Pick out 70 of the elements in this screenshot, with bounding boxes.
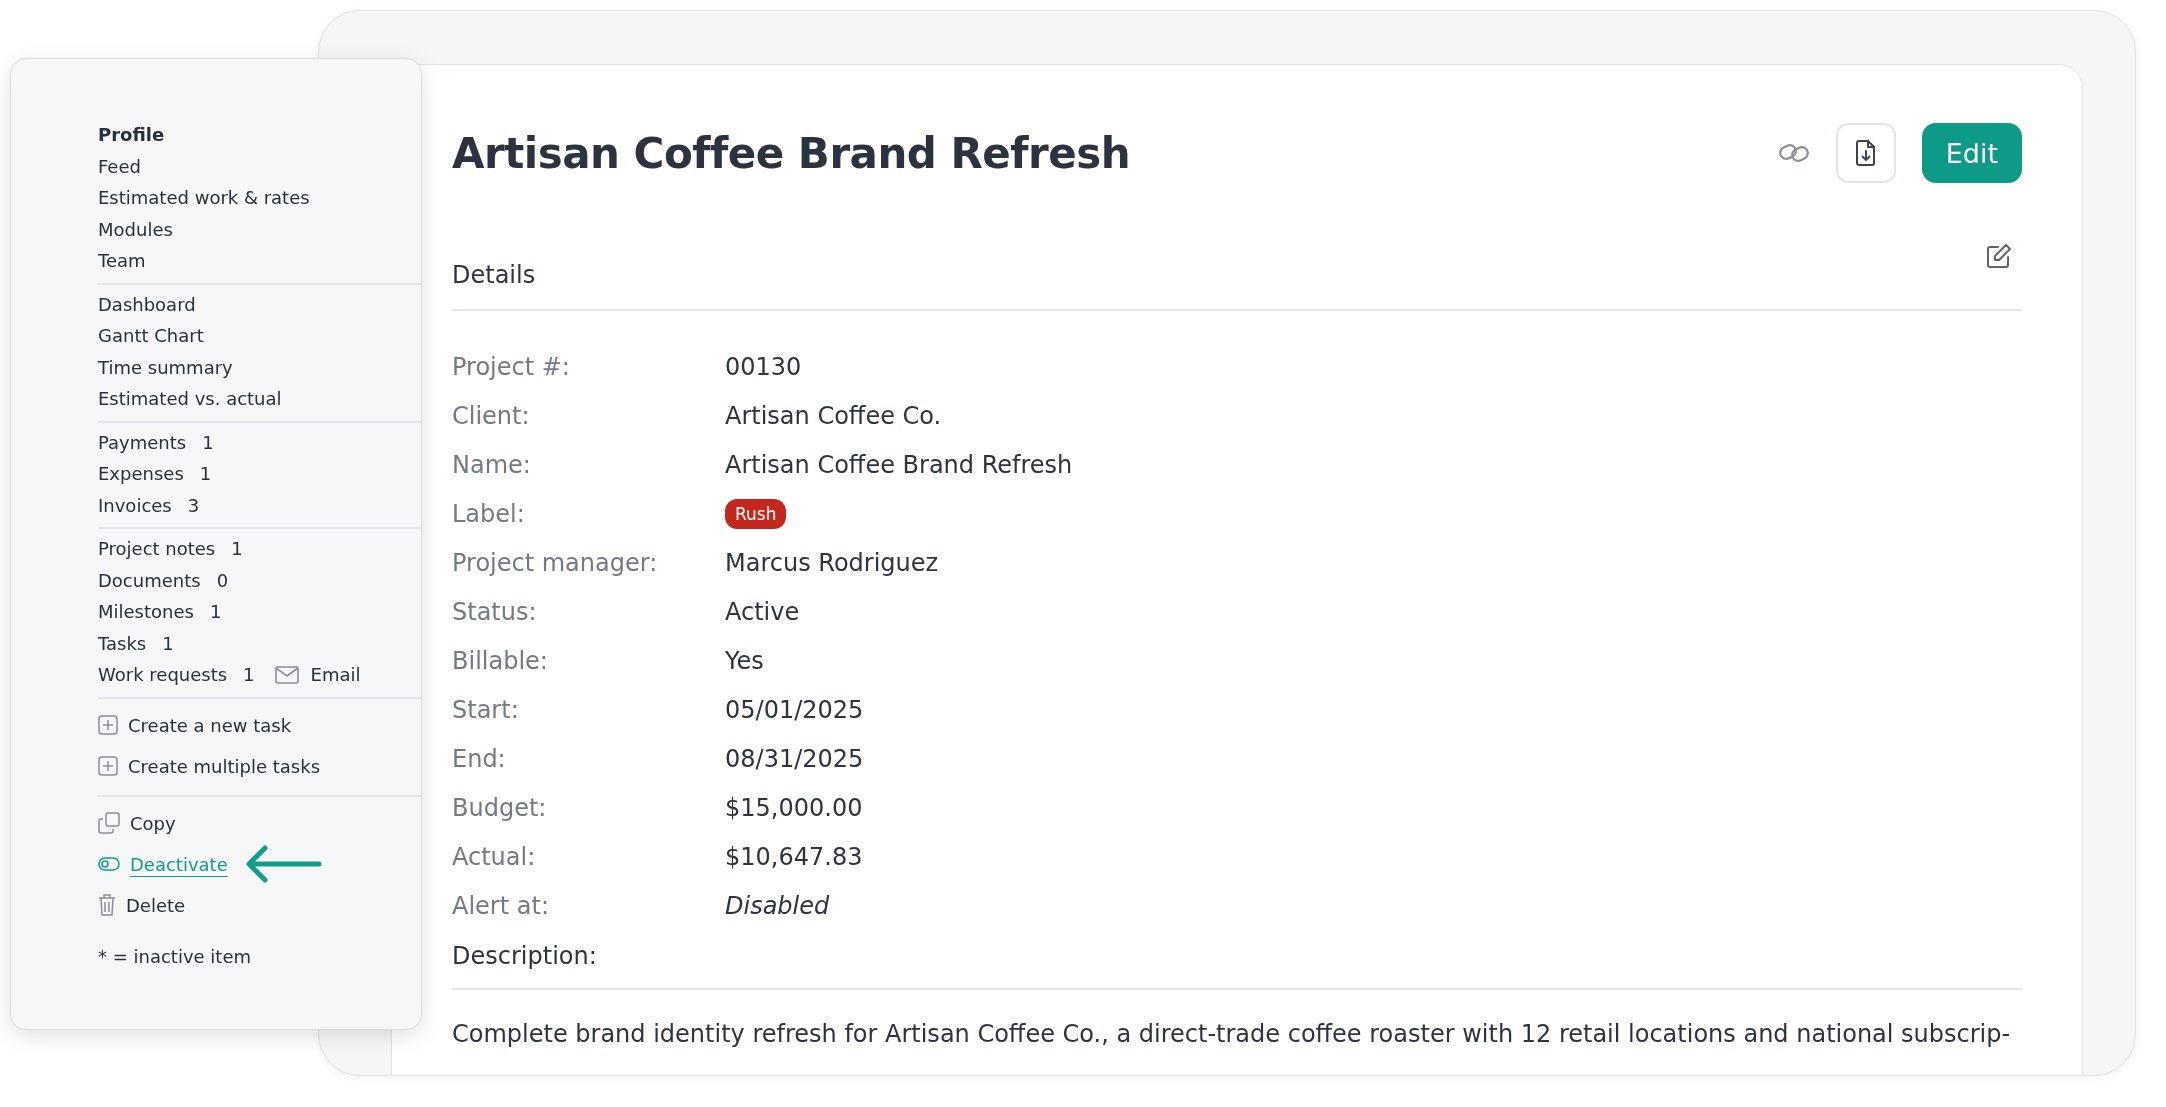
sidebar-item[interactable]: Estimated work & rates [98,187,310,209]
section-heading: Description: [452,942,597,970]
download-button[interactable] [1835,123,1896,183]
sidebar-item[interactable]: Modules [98,218,173,240]
item-count: 1 [243,664,255,686]
field-value: $15,000.00 [725,793,864,824]
email-link[interactable]: Email [310,664,361,686]
field-label: Client: [452,401,531,432]
edit-icon[interactable] [1986,243,2012,269]
sidebar-item[interactable]: Feed [98,155,141,177]
field-label: Budget: [452,793,548,824]
action-link[interactable]: Copy [130,812,176,834]
field-value: 00130 [725,352,803,383]
field-value: Artisan Coffee Co. [725,401,943,432]
sidebar-item[interactable]: Payments [98,431,187,453]
sidebar-item[interactable]: Expenses [98,463,184,485]
item-count: 1 [199,463,212,485]
field-label: Status: [452,597,538,628]
field-value: $10,647.83 [725,842,864,873]
sidebar-item[interactable]: Invoices [98,494,172,516]
envelope-icon[interactable] [274,665,299,684]
sidebar-item[interactable]: Profile [98,124,165,146]
item-count: 1 [209,601,222,623]
sidebar-item[interactable]: Estimated vs. actual [98,388,282,410]
toggle-icon [98,857,120,871]
sidebar-item[interactable]: Time summary [98,356,233,378]
field-value: Disabled [725,891,831,922]
field-value: Marcus Rodriguez [725,548,940,579]
item-count: 3 [187,494,200,516]
field-label: Billable: [452,646,549,677]
footnote: * = inactive item [98,945,253,967]
field-label: Start: [452,695,520,726]
field-value: Yes [725,646,765,677]
sidebar-item[interactable]: Dashboard [98,293,196,315]
field-value: 05/01/2025 [725,695,865,726]
action-link[interactable]: Create a new task [128,714,292,736]
field-label: Project #: [452,352,571,383]
field-value: Active [725,597,801,628]
item-count: 1 [162,632,174,654]
sidebar-item[interactable]: Milestones [98,601,194,623]
sidebar-item[interactable]: Documents [98,569,201,591]
action-link[interactable]: Delete [126,894,186,916]
copy-icon [98,812,120,834]
project-title: Artisan Coffee Brand Refresh [452,128,1131,178]
section-heading: Details [452,261,536,289]
description-text: Complete brand identity refresh for Artisan Coffee Co., a direct-trade coffee roaster with 12 retail locations and national subscrip- [452,1020,2012,1048]
edit-button[interactable]: Edit [1921,123,2022,183]
field-label: Label: [452,499,526,530]
plus-square-icon [98,756,118,776]
sidebar-item[interactable]: Work requests [98,664,228,686]
field-label: End: [452,744,507,775]
item-count: 1 [202,431,214,453]
field-label: Name: [452,450,532,481]
field-value: Artisan Coffee Brand Refresh [725,450,1074,481]
field-label: Actual: [452,842,537,873]
field-label: Alert at: [452,891,550,922]
action-link[interactable]: Create multiple tasks [128,755,321,777]
sidebar-item[interactable]: Tasks [98,632,147,654]
link-icon[interactable] [1777,142,1810,164]
field-label: Project manager: [452,548,659,579]
trash-icon [98,894,116,916]
plus-square-icon [98,715,118,735]
item-count: 1 [231,538,243,560]
item-count: 0 [216,569,229,591]
field-value: 08/31/2025 [725,744,865,775]
label-tag: Rush [725,499,787,529]
sidebar-item[interactable]: Gantt Chart [98,325,204,347]
sidebar-item[interactable]: Team [98,250,146,272]
file-download-icon [1855,140,1876,166]
sidebar-item[interactable]: Project notes [98,538,216,560]
